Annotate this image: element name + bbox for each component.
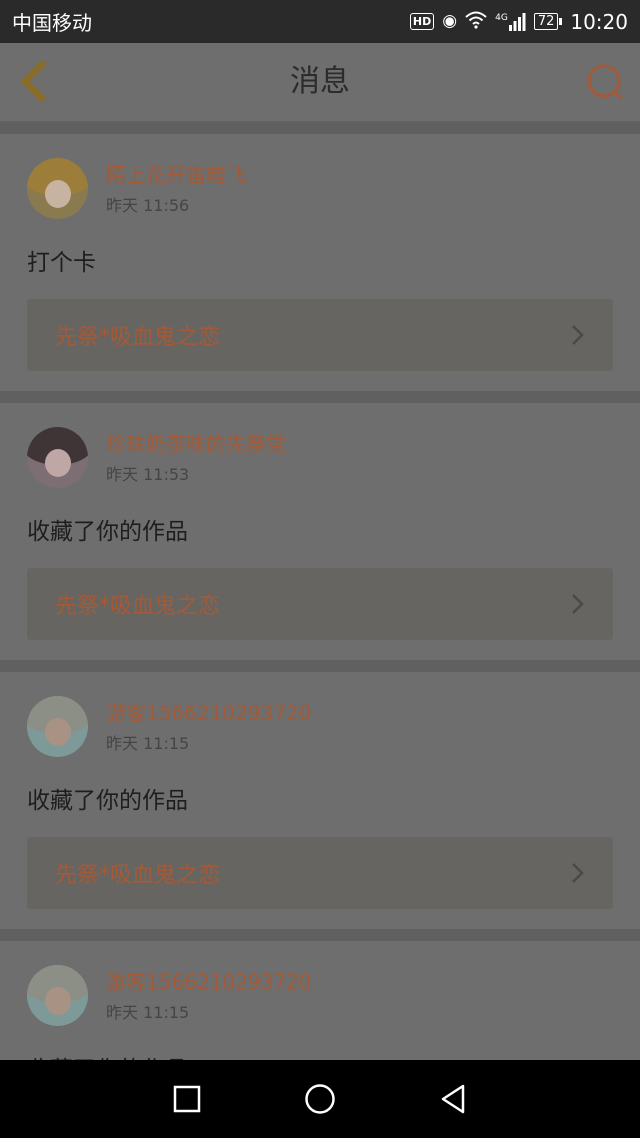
message-text: 收藏了你的作品	[27, 519, 188, 545]
chevron-right-icon	[572, 325, 584, 345]
search-button[interactable]	[584, 61, 626, 103]
work-title: 先祭*吸血鬼之恋	[55, 325, 221, 350]
system-back-button[interactable]	[435, 1081, 471, 1117]
square-icon	[173, 1085, 200, 1113]
app-header: 消息	[0, 43, 640, 122]
message-card[interactable]: 陌上花开笛暗飞 昨天 11:56 打个卡 先祭*吸血鬼之恋	[0, 134, 640, 391]
message-list[interactable]: 陌上花开笛暗飞 昨天 11:56 打个卡 先祭*吸血鬼之恋 珍珠奶茶味的先祭党 …	[0, 122, 640, 1060]
system-nav-bar	[0, 1060, 640, 1138]
triangle-back-icon	[442, 1084, 465, 1114]
avatar[interactable]	[27, 158, 88, 219]
signal-icon: 4G	[495, 12, 526, 31]
avatar[interactable]	[27, 427, 88, 488]
work-title: 先祭*吸血鬼之恋	[55, 594, 221, 619]
message-card[interactable]: 珍珠奶茶味的先祭党 昨天 11:53 收藏了你的作品 先祭*吸血鬼之恋	[0, 403, 640, 660]
username[interactable]: 陌上花开笛暗飞	[106, 162, 246, 188]
search-icon	[587, 64, 623, 100]
status-icons: HD ◉ 4G 72 10:20	[409, 9, 628, 34]
chevron-right-icon	[572, 863, 584, 883]
message-card[interactable]: 游客1566210293720 昨天 11:15 收藏了你的作品	[0, 941, 640, 1060]
work-title: 先祭*吸血鬼之恋	[55, 863, 221, 888]
username[interactable]: 珍珠奶茶味的先祭党	[106, 431, 286, 457]
timestamp: 昨天 11:56	[106, 195, 190, 215]
battery-level: 72	[533, 13, 559, 30]
avatar[interactable]	[27, 965, 88, 1026]
carrier-label: 中国移动	[12, 11, 92, 35]
work-link[interactable]: 先祭*吸血鬼之恋	[27, 299, 613, 371]
username[interactable]: 游客1566210293720	[106, 700, 311, 726]
timestamp: 昨天 11:15	[106, 733, 190, 753]
work-link[interactable]: 先祭*吸血鬼之恋	[27, 568, 613, 640]
page-title: 消息	[290, 64, 350, 99]
message-text: 收藏了你的作品	[27, 1050, 613, 1060]
timestamp: 昨天 11:53	[106, 464, 190, 484]
eye-comfort-icon: ◉	[442, 11, 458, 31]
clock: 10:20	[570, 9, 628, 34]
network-type: 4G	[495, 12, 508, 23]
hd-icon: HD	[409, 13, 435, 30]
username[interactable]: 游客1566210293720	[106, 969, 311, 995]
avatar[interactable]	[27, 696, 88, 757]
status-bar: 中国移动 HD ◉ 4G 72 10:20	[0, 0, 640, 43]
wifi-icon	[465, 11, 487, 33]
chevron-right-icon	[572, 594, 584, 614]
recents-button[interactable]	[169, 1081, 205, 1117]
message-text: 收藏了你的作品	[27, 788, 188, 814]
message-text: 打个卡	[27, 250, 96, 276]
circle-icon	[305, 1084, 335, 1114]
work-link[interactable]: 先祭*吸血鬼之恋	[27, 837, 613, 909]
message-card[interactable]: 游客1566210293720 昨天 11:15 收藏了你的作品 先祭*吸血鬼之…	[0, 672, 640, 929]
home-button[interactable]	[302, 1081, 338, 1117]
timestamp: 昨天 11:15	[106, 1002, 190, 1022]
battery-icon: 72	[533, 13, 563, 30]
